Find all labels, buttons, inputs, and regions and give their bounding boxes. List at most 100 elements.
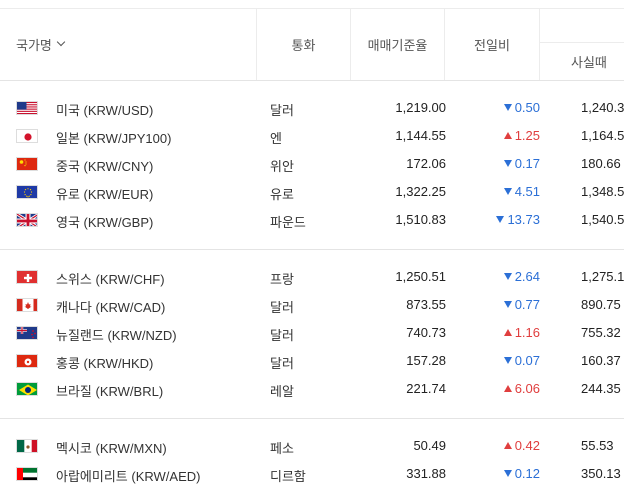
country-name[interactable]: 멕시코 (KRW/MXN) [56, 438, 167, 457]
base-rate-column-header: 매매기준율 [351, 8, 444, 80]
table-row[interactable]: 브라질 (KRW/BRL) 레알 221.74 6.06 244.35 [0, 375, 624, 403]
table-row[interactable]: 캐나다 (KRW/CAD) 달러 873.55 0.77 890.75 [0, 291, 624, 319]
cash-group-header [539, 8, 624, 43]
group-divider [0, 249, 624, 250]
country-column-header[interactable]: 국가명 [0, 8, 256, 80]
table-row[interactable]: 홍콩 (KRW/HKD) 달러 157.28 0.07 160.37 [0, 347, 624, 375]
cash-buy-value: 244.35 [581, 381, 621, 396]
cash-buy-value: 1,540.59 [581, 212, 624, 227]
base-rate-header-label: 매매기준율 [367, 37, 428, 53]
triangle-up-icon [503, 329, 512, 336]
triangle-up-icon [503, 385, 512, 392]
change-amount: 6.06 [514, 381, 540, 396]
table-row[interactable]: 미국 (KRW/USD) 달러 1,219.00 0.50 1,240.33 [0, 94, 624, 122]
country-name[interactable]: 영국 (KRW/GBP) [56, 212, 153, 231]
country-name[interactable]: 아랍에미리트 (KRW/AED) [56, 466, 200, 485]
cash-buy-value: 1,275.14 [581, 269, 624, 284]
change-value: 4.51 [503, 184, 540, 199]
chevron-down-icon [56, 37, 66, 47]
gb-flag-icon [16, 213, 38, 227]
base-rate-value: 1,219.00 [395, 100, 446, 115]
triangle-down-icon [503, 357, 512, 364]
country-name[interactable]: 뉴질랜드 (KRW/NZD) [56, 325, 177, 344]
cn-flag-icon [16, 157, 38, 171]
cash-buy-value: 1,240.33 [581, 100, 624, 115]
change-header-label: 전일비 [474, 37, 510, 53]
country-name[interactable]: 중국 (KRW/CNY) [56, 156, 153, 175]
table-row[interactable]: 아랍에미리트 (KRW/AED) 디르함 331.88 0.12 350.13 [0, 460, 624, 488]
triangle-down-icon [503, 104, 512, 111]
change-value: 0.12 [503, 466, 540, 481]
ca-flag-icon [16, 298, 38, 312]
table-row[interactable]: 멕시코 (KRW/MXN) 페소 50.49 0.42 55.53 [0, 432, 624, 460]
base-rate-value: 1,322.25 [395, 184, 446, 199]
currency-name: 달러 [270, 328, 294, 343]
cash-buy-value: 1,348.56 [581, 184, 624, 199]
change-amount: 0.17 [514, 156, 540, 171]
change-amount: 1.25 [514, 128, 540, 143]
ae-flag-icon [16, 467, 38, 481]
ch-flag-icon [16, 270, 38, 284]
base-rate-value: 1,144.55 [395, 128, 446, 143]
cash-buy-column-header: 사실때 [540, 42, 624, 80]
country-name[interactable]: 홍콩 (KRW/HKD) [56, 353, 153, 372]
country-name[interactable]: 유로 (KRW/EUR) [56, 184, 153, 203]
triangle-down-icon [503, 273, 512, 280]
mx-flag-icon [16, 439, 38, 453]
change-amount: 13.73 [507, 212, 540, 227]
change-column-header: 전일비 [445, 8, 539, 80]
currency-name: 유로 [270, 187, 294, 202]
change-value: 0.07 [503, 353, 540, 368]
currency-name: 레알 [270, 384, 294, 399]
country-name[interactable]: 미국 (KRW/USD) [56, 100, 153, 119]
cash-buy-header-label: 사실때 [571, 54, 607, 70]
currency-name: 달러 [270, 103, 294, 118]
change-value: 13.73 [496, 212, 540, 227]
change-value: 0.42 [503, 438, 540, 453]
currency-name: 달러 [270, 356, 294, 371]
us-flag-icon [16, 101, 38, 115]
country-name[interactable]: 브라질 (KRW/BRL) [56, 381, 163, 400]
cash-buy-value: 1,164.57 [581, 128, 624, 143]
currency-name: 위안 [270, 159, 294, 174]
table-row[interactable]: 영국 (KRW/GBP) 파운드 1,510.83 13.73 1,540.59 [0, 206, 624, 234]
table-row[interactable]: 유로 (KRW/EUR) 유로 1,322.25 4.51 1,348.56 [0, 178, 624, 206]
hk-flag-icon [16, 354, 38, 368]
triangle-up-icon [503, 132, 512, 139]
currency-header-label: 통화 [291, 37, 316, 53]
currency-name: 프랑 [270, 272, 294, 287]
table-row[interactable]: 뉴질랜드 (KRW/NZD) 달러 740.73 1.16 755.32 [0, 319, 624, 347]
change-amount: 0.07 [514, 353, 540, 368]
table-header: 국가명 통화 매매기준율 전일비 사실때 [0, 0, 624, 81]
table-row[interactable]: 일본 (KRW/JPY100) 엔 1,144.55 1.25 1,164.57 [0, 122, 624, 150]
base-rate-value: 50.49 [413, 438, 446, 453]
currency-name: 엔 [270, 131, 282, 146]
base-rate-value: 873.55 [406, 297, 446, 312]
cash-buy-value: 890.75 [581, 297, 621, 312]
base-rate-value: 172.06 [406, 156, 446, 171]
base-rate-value: 1,250.51 [395, 269, 446, 284]
cash-buy-value: 160.37 [581, 353, 621, 368]
change-value: 0.17 [503, 156, 540, 171]
cash-buy-value: 55.53 [581, 438, 614, 453]
change-amount: 1.16 [514, 325, 540, 340]
base-rate-value: 157.28 [406, 353, 446, 368]
cash-buy-value: 350.13 [581, 466, 621, 481]
nz-flag-icon [16, 326, 38, 340]
change-value: 1.25 [503, 128, 540, 143]
country-name[interactable]: 일본 (KRW/JPY100) [56, 128, 171, 147]
change-value: 2.64 [503, 269, 540, 284]
triangle-down-icon [503, 160, 512, 167]
base-rate-value: 221.74 [406, 381, 446, 396]
country-name[interactable]: 캐나다 (KRW/CAD) [56, 297, 165, 316]
table-row[interactable]: 중국 (KRW/CNY) 위안 172.06 0.17 180.66 [0, 150, 624, 178]
country-header-label: 국가명 [16, 37, 52, 53]
change-amount: 0.12 [514, 466, 540, 481]
group-divider [0, 418, 624, 419]
base-rate-value: 331.88 [406, 466, 446, 481]
country-name[interactable]: 스위스 (KRW/CHF) [56, 269, 165, 288]
currency-name: 파운드 [270, 215, 306, 230]
change-value: 0.77 [503, 297, 540, 312]
table-row[interactable]: 스위스 (KRW/CHF) 프랑 1,250.51 2.64 1,275.14 [0, 263, 624, 291]
triangle-up-icon [503, 442, 512, 449]
